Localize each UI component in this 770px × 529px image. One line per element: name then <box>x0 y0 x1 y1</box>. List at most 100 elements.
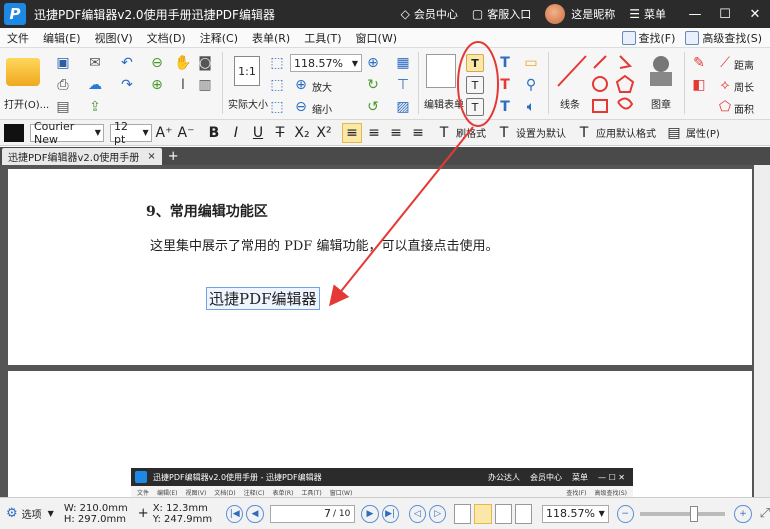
insert-page-icon[interactable]: ▦ <box>394 54 412 72</box>
zoom-options-icon[interactable]: ⊕ <box>364 54 382 72</box>
font-family-select[interactable]: Courier New ▼ <box>30 120 104 146</box>
italic-button[interactable]: I <box>226 123 246 143</box>
first-page-button[interactable]: |◀ <box>226 504 244 523</box>
area-label[interactable]: 面积 <box>734 101 754 116</box>
set-default-icon[interactable]: T <box>494 123 514 143</box>
apply-default-label[interactable]: 应用默认格式 <box>596 125 656 140</box>
open-button[interactable] <box>6 58 40 86</box>
justify-button[interactable]: ≡ <box>408 123 428 143</box>
back-icon[interactable]: ⊖ <box>148 54 166 72</box>
text-field-tool-3[interactable]: T <box>466 98 484 116</box>
export-icon[interactable]: ⇪ <box>86 98 104 116</box>
zoom-slider-thumb[interactable] <box>689 505 698 522</box>
note-icon[interactable]: ▭ <box>522 54 540 72</box>
perimeter-icon[interactable]: ⟡ <box>716 76 734 94</box>
maximize-button[interactable]: ☐ <box>710 0 740 28</box>
eraser-icon[interactable]: ◧ <box>690 76 708 94</box>
blue-text-icon[interactable]: T <box>496 98 514 116</box>
avatar[interactable] <box>545 4 566 24</box>
menu-window[interactable]: 窗口(W) <box>349 30 404 46</box>
format-painter-icon[interactable]: T <box>434 123 454 143</box>
text-field-tool[interactable]: T <box>466 54 484 72</box>
continuous-view[interactable] <box>474 503 492 524</box>
undo-icon[interactable]: ↶ <box>118 54 136 72</box>
typewriter-icon[interactable]: T <box>496 54 514 72</box>
menu-tools[interactable]: 工具(T) <box>297 30 348 46</box>
main-menu-button[interactable]: ☰ 菜单 <box>629 6 666 22</box>
save-icon[interactable]: ▣ <box>54 54 72 72</box>
new-document-icon[interactable]: ▤ <box>54 98 72 116</box>
document-view[interactable]: 9、常用编辑功能区 这里集中展示了常用的 PDF 编辑功能，可以直接点击使用。 … <box>0 165 770 497</box>
support-link[interactable]: ▢ 客服入口 <box>472 6 531 22</box>
page-number-input[interactable]: 7 / 10 <box>269 504 356 523</box>
superscript-button[interactable]: X² <box>314 123 334 143</box>
menu-edit[interactable]: 编辑(E) <box>36 30 88 46</box>
zoom-out-icon[interactable]: ⊖ <box>292 98 310 116</box>
status-zoom-in-button[interactable]: + <box>734 504 752 523</box>
status-zoom-select[interactable]: 118.57% ▼ <box>541 504 609 523</box>
properties-label[interactable]: 属性(P) <box>686 125 720 140</box>
actual-size-icon[interactable]: 1:1 <box>234 56 260 86</box>
text-color-picker[interactable] <box>4 123 24 142</box>
next-page-button[interactable]: ▶ <box>361 504 379 523</box>
area-icon[interactable]: ⬠ <box>716 98 734 116</box>
menu-file[interactable]: 文件 <box>0 30 36 46</box>
select-tool-icon[interactable]: ⚙ <box>6 506 18 521</box>
forward-icon[interactable]: ⊕ <box>148 76 166 94</box>
rotate-left-icon[interactable]: ↺ <box>364 98 382 116</box>
distance-label[interactable]: 距离 <box>734 57 754 72</box>
document-tab[interactable]: 迅捷PDF编辑器v2.0使用手册 × <box>2 148 162 165</box>
grow-font-button[interactable]: A⁺ <box>154 123 174 143</box>
snapshot-icon[interactable]: ◙ <box>196 54 214 72</box>
print-icon[interactable]: ⎙ <box>54 76 72 94</box>
clipboard-icon[interactable]: ▥ <box>196 76 214 94</box>
find-button[interactable]: 查找(F) <box>621 30 675 46</box>
advanced-find-button[interactable]: 高级查找(S) <box>685 30 762 46</box>
redo-icon[interactable]: ↷ <box>118 76 136 94</box>
align-left-button[interactable]: ≡ <box>342 122 362 143</box>
close-button[interactable]: ✕ <box>740 0 770 28</box>
history-back-button[interactable]: ◁ <box>408 504 426 523</box>
bold-button[interactable]: B <box>204 123 224 143</box>
edit-form-icon[interactable] <box>426 54 456 88</box>
email-icon[interactable]: ✉ <box>86 54 104 72</box>
apply-default-icon[interactable]: T <box>574 123 594 143</box>
strikethrough-button[interactable]: T <box>270 123 290 143</box>
rotate-right-icon[interactable]: ↻ <box>364 76 382 94</box>
minimize-button[interactable]: — <box>680 0 710 28</box>
align-right-button[interactable]: ≡ <box>386 123 406 143</box>
pencil-icon[interactable]: ✎ <box>690 54 708 72</box>
fit-visible-icon[interactable]: ⬚ <box>268 98 286 116</box>
align-center-button[interactable]: ≡ <box>364 123 384 143</box>
select-text-icon[interactable]: I <box>174 76 192 94</box>
facing-view[interactable] <box>494 503 512 524</box>
menu-comment[interactable]: 注释(C) <box>193 30 245 46</box>
zoom-select[interactable]: 118.57% ▼ <box>290 54 362 72</box>
last-page-button[interactable]: ▶| <box>381 504 399 523</box>
editable-text-box[interactable]: 迅捷PDF编辑器 <box>206 287 320 310</box>
status-zoom-out-button[interactable]: − <box>616 504 634 523</box>
username[interactable]: 这是昵称 <box>571 6 615 22</box>
fit-page-icon[interactable]: ⬚ <box>268 54 286 72</box>
set-default-label[interactable]: 设置为默认 <box>516 125 566 140</box>
zoom-in-label[interactable]: 放大 <box>312 79 332 94</box>
single-page-view[interactable] <box>454 503 472 524</box>
perimeter-label[interactable]: 周长 <box>734 79 754 94</box>
subscript-button[interactable]: X₂ <box>292 123 312 143</box>
attach-icon[interactable]: ⚲ <box>522 76 540 94</box>
zoom-out-label[interactable]: 缩小 <box>312 101 332 116</box>
fullscreen-icon[interactable]: ⤢ <box>760 506 770 521</box>
hand-icon[interactable]: ✋ <box>174 54 192 72</box>
properties-icon[interactable]: ▤ <box>664 123 684 143</box>
fit-width-icon[interactable]: ⬚ <box>268 76 286 94</box>
prev-page-button[interactable]: ◀ <box>246 504 264 523</box>
font-size-select[interactable]: 12 pt ▼ <box>110 120 152 146</box>
format-painter-label[interactable]: 刷格式 <box>456 125 486 140</box>
continuous-facing-view[interactable] <box>514 503 532 524</box>
line-tool[interactable] <box>556 54 588 88</box>
underline-button[interactable]: U <box>248 123 268 143</box>
red-text-icon[interactable]: T <box>496 76 514 94</box>
history-forward-button[interactable]: ▷ <box>428 504 447 523</box>
tab-close-icon[interactable]: × <box>147 151 155 162</box>
sound-icon[interactable]: 🔈︎ <box>522 98 540 116</box>
